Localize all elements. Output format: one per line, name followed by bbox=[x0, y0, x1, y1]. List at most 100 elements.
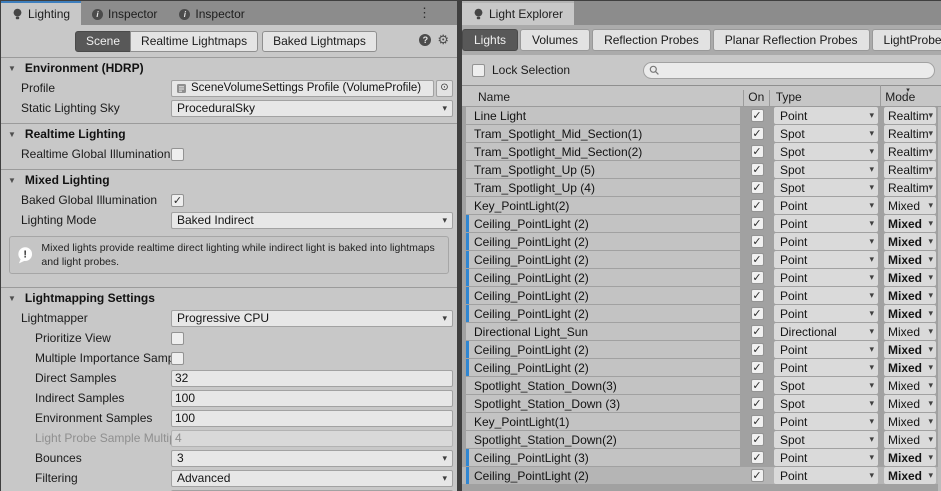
table-row[interactable]: Tram_Spotlight_Mid_Section(1) ✓ Spot ▾ R… bbox=[462, 125, 941, 142]
light-mode-dropdown[interactable]: Mixed ▾ bbox=[884, 377, 936, 394]
prioritize-view-checkbox[interactable] bbox=[171, 332, 184, 345]
table-row[interactable]: Tram_Spotlight_Up (5) ✓ Spot ▾ Realtime … bbox=[462, 161, 941, 178]
light-name-cell[interactable]: Tram_Spotlight_Up (5) bbox=[466, 161, 740, 178]
light-mode-dropdown[interactable]: Mixed ▾ bbox=[884, 431, 936, 448]
light-mode-dropdown[interactable]: Mixed ▾ bbox=[884, 305, 936, 322]
tab-inspector-2[interactable]: i Inspector bbox=[168, 1, 255, 25]
light-mode-dropdown[interactable]: Realtime ▾ bbox=[884, 143, 936, 160]
light-type-dropdown[interactable]: Point ▾ bbox=[774, 251, 878, 268]
light-name-cell[interactable]: Tram_Spotlight_Mid_Section(2) bbox=[466, 143, 740, 160]
light-on-checkbox[interactable]: ✓ bbox=[751, 163, 764, 176]
light-mode-dropdown[interactable]: Mixed ▾ bbox=[884, 197, 936, 214]
light-mode-dropdown[interactable]: Mixed ▾ bbox=[884, 323, 936, 340]
table-row[interactable]: Ceiling_PointLight (2) ✓ Point ▾ Mixed ▾ bbox=[462, 359, 941, 376]
light-mode-dropdown[interactable]: Mixed ▾ bbox=[884, 467, 936, 484]
light-type-dropdown[interactable]: Point ▾ bbox=[774, 413, 878, 430]
table-row[interactable]: Spotlight_Station_Down (3) ✓ Spot ▾ Mixe… bbox=[462, 395, 941, 412]
table-row[interactable]: Ceiling_PointLight (2) ✓ Point ▾ Mixed ▾ bbox=[462, 269, 941, 286]
light-name-cell[interactable]: Ceiling_PointLight (2) bbox=[466, 467, 740, 484]
tab-lighting[interactable]: Lighting bbox=[1, 1, 81, 25]
table-row[interactable]: Line Light ✓ Point ▾ Realtime ▾ bbox=[462, 107, 941, 124]
light-name-cell[interactable]: Ceiling_PointLight (2) bbox=[466, 215, 740, 232]
table-row[interactable]: Ceiling_PointLight (3) ✓ Point ▾ Mixed ▾ bbox=[462, 449, 941, 466]
light-name-cell[interactable]: Ceiling_PointLight (2) bbox=[466, 251, 740, 268]
object-picker-icon[interactable]: ⊙ bbox=[436, 80, 453, 97]
light-on-checkbox[interactable]: ✓ bbox=[751, 271, 764, 284]
tab-lights[interactable]: Lights bbox=[462, 29, 518, 51]
table-row[interactable]: Ceiling_PointLight (2) ✓ Point ▾ Mixed ▾ bbox=[462, 305, 941, 322]
light-name-cell[interactable]: Ceiling_PointLight (2) bbox=[466, 359, 740, 376]
lightmapper-dropdown[interactable]: Progressive CPU▾ bbox=[171, 310, 453, 327]
tab-scene[interactable]: Scene bbox=[75, 31, 131, 52]
light-mode-dropdown[interactable]: Mixed ▾ bbox=[884, 215, 936, 232]
light-on-checkbox[interactable]: ✓ bbox=[751, 397, 764, 410]
light-type-dropdown[interactable]: Point ▾ bbox=[774, 341, 878, 358]
light-type-dropdown[interactable]: Spot ▾ bbox=[774, 161, 878, 178]
light-name-cell[interactable]: Ceiling_PointLight (2) bbox=[466, 305, 740, 322]
tab-volumes[interactable]: Volumes bbox=[520, 29, 590, 51]
light-on-checkbox[interactable]: ✓ bbox=[751, 127, 764, 140]
light-type-dropdown[interactable]: Point ▾ bbox=[774, 359, 878, 376]
light-on-checkbox[interactable]: ✓ bbox=[751, 325, 764, 338]
light-on-checkbox[interactable]: ✓ bbox=[751, 235, 764, 248]
light-type-dropdown[interactable]: Point ▾ bbox=[774, 287, 878, 304]
light-name-cell[interactable]: Key_PointLight(1) bbox=[466, 413, 740, 430]
column-header-on[interactable]: On bbox=[743, 90, 769, 106]
light-type-dropdown[interactable]: Spot ▾ bbox=[774, 125, 878, 142]
light-name-cell[interactable]: Ceiling_PointLight (2) bbox=[466, 269, 740, 286]
light-name-cell[interactable]: Tram_Spotlight_Mid_Section(1) bbox=[466, 125, 740, 142]
column-header-mode[interactable]: ▾ Mode bbox=[880, 85, 941, 106]
light-mode-dropdown[interactable]: Mixed ▾ bbox=[884, 341, 936, 358]
light-name-cell[interactable]: Line Light bbox=[466, 107, 740, 124]
light-mode-dropdown[interactable]: Mixed ▾ bbox=[884, 251, 936, 268]
table-row[interactable]: Tram_Spotlight_Mid_Section(2) ✓ Spot ▾ R… bbox=[462, 143, 941, 160]
kebab-menu-icon[interactable]: ⋮ bbox=[418, 5, 431, 21]
table-row[interactable]: Ceiling_PointLight (2) ✓ Point ▾ Mixed ▾ bbox=[462, 467, 941, 484]
baked-gi-checkbox[interactable]: ✓ bbox=[171, 194, 184, 207]
search-input[interactable] bbox=[643, 62, 935, 79]
multiple-importance-sampling-checkbox[interactable] bbox=[171, 352, 184, 365]
tab-realtime-lightmaps[interactable]: Realtime Lightmaps bbox=[130, 31, 258, 52]
gear-icon[interactable]: ⚙ bbox=[437, 34, 449, 46]
light-name-cell[interactable]: Ceiling_PointLight (2) bbox=[466, 233, 740, 250]
light-on-checkbox[interactable]: ✓ bbox=[751, 217, 764, 230]
filtering-dropdown[interactable]: Advanced▾ bbox=[171, 470, 453, 487]
table-row[interactable]: Ceiling_PointLight (2) ✓ Point ▾ Mixed ▾ bbox=[462, 251, 941, 268]
light-type-dropdown[interactable]: Point ▾ bbox=[774, 107, 878, 124]
direct-samples-input[interactable] bbox=[171, 370, 453, 387]
table-row[interactable]: Directional Light_Sun ✓ Directional ▾ Mi… bbox=[462, 323, 941, 340]
light-on-checkbox[interactable]: ✓ bbox=[751, 469, 764, 482]
light-name-cell[interactable]: Tram_Spotlight_Up (4) bbox=[466, 179, 740, 196]
tab-light-explorer[interactable]: Light Explorer bbox=[462, 1, 574, 25]
light-type-dropdown[interactable]: Spot ▾ bbox=[774, 377, 878, 394]
light-type-dropdown[interactable]: Spot ▾ bbox=[774, 395, 878, 412]
light-mode-dropdown[interactable]: Mixed ▾ bbox=[884, 359, 936, 376]
light-on-checkbox[interactable]: ✓ bbox=[751, 415, 764, 428]
light-type-dropdown[interactable]: Point ▾ bbox=[774, 269, 878, 286]
light-type-dropdown[interactable]: Point ▾ bbox=[774, 215, 878, 232]
light-type-dropdown[interactable]: Spot ▾ bbox=[774, 179, 878, 196]
light-on-checkbox[interactable]: ✓ bbox=[751, 451, 764, 464]
light-type-dropdown[interactable]: Directional ▾ bbox=[774, 323, 878, 340]
static-lighting-sky-dropdown[interactable]: ProceduralSky ▾ bbox=[171, 100, 453, 117]
lighting-mode-dropdown[interactable]: Baked Indirect ▾ bbox=[171, 212, 453, 229]
light-type-dropdown[interactable]: Point ▾ bbox=[774, 233, 878, 250]
light-on-checkbox[interactable]: ✓ bbox=[751, 145, 764, 158]
light-name-cell[interactable]: Spotlight_Station_Down(2) bbox=[466, 431, 740, 448]
light-type-dropdown[interactable]: Point ▾ bbox=[774, 449, 878, 466]
light-on-checkbox[interactable]: ✓ bbox=[751, 361, 764, 374]
table-row[interactable]: Ceiling_PointLight (2) ✓ Point ▾ Mixed ▾ bbox=[462, 287, 941, 304]
table-row[interactable]: Key_PointLight(1) ✓ Point ▾ Mixed ▾ bbox=[462, 413, 941, 430]
light-mode-dropdown[interactable]: Realtime ▾ bbox=[884, 161, 936, 178]
environment-samples-input[interactable] bbox=[171, 410, 453, 427]
light-on-checkbox[interactable]: ✓ bbox=[751, 343, 764, 356]
table-row[interactable]: Ceiling_PointLight (2) ✓ Point ▾ Mixed ▾ bbox=[462, 215, 941, 232]
light-on-checkbox[interactable]: ✓ bbox=[751, 253, 764, 266]
light-name-cell[interactable]: Directional Light_Sun bbox=[466, 323, 740, 340]
tab-reflection-probes[interactable]: Reflection Probes bbox=[592, 29, 711, 51]
realtime-gi-checkbox[interactable] bbox=[171, 148, 184, 161]
light-mode-dropdown[interactable]: Realtime ▾ bbox=[884, 179, 936, 196]
lightmapping-foldout[interactable]: ▼ Lightmapping Settings bbox=[1, 287, 457, 308]
light-name-cell[interactable]: Key_PointLight(2) bbox=[466, 197, 740, 214]
light-type-dropdown[interactable]: Point ▾ bbox=[774, 467, 878, 484]
